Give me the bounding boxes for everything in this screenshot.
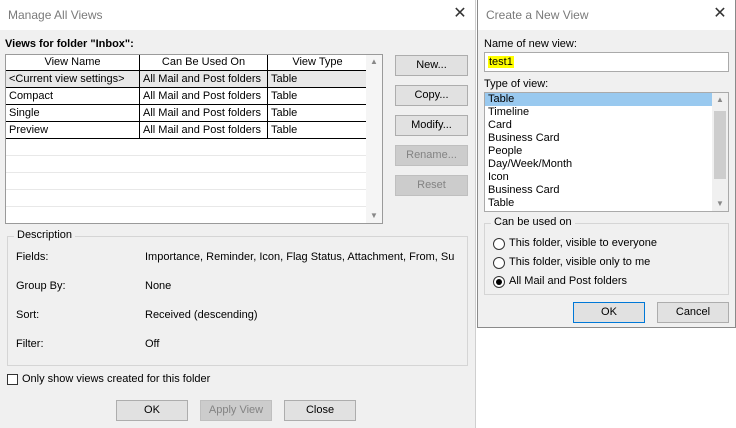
view-type-cell: Table (268, 88, 368, 105)
rename-button[interactable]: Rename... (395, 145, 468, 166)
scroll-up-icon[interactable]: ▲ (712, 93, 728, 107)
create-new-view-dialog: Create a New View ✕ Name of new view: te… (477, 0, 736, 328)
filter-value: Off (145, 338, 160, 350)
can-be-used-on-title: Can be used on (491, 216, 575, 228)
ok-button[interactable]: OK (116, 400, 188, 421)
fields-label: Fields: (16, 251, 49, 263)
view-type-listbox[interactable]: Table Timeline Card Business Card People… (484, 92, 729, 212)
description-title: Description (14, 229, 76, 241)
can-be-used-on-group: Can be used on This folder, visible to e… (484, 216, 729, 295)
option-label: All Mail and Post folders (509, 275, 627, 287)
list-item[interactable]: Business Card (485, 184, 728, 197)
table-row[interactable]: Compact All Mail and Post folders Table (6, 88, 368, 105)
group-by-value: None (145, 280, 172, 292)
modify-button[interactable]: Modify... (395, 115, 468, 136)
list-item[interactable]: Icon (485, 171, 728, 184)
column-header-view-name[interactable]: View Name (6, 55, 140, 71)
empty-row (6, 139, 368, 156)
manage-all-views-dialog: Manage All Views ✕ Views for folder "Inb… (0, 0, 476, 428)
scroll-up-icon[interactable]: ▲ (366, 55, 382, 69)
empty-row (6, 190, 368, 207)
name-of-new-view-label: Name of new view: (484, 38, 577, 50)
view-name-cell: Preview (6, 122, 140, 139)
table-row[interactable]: Single All Mail and Post folders Table (6, 105, 368, 122)
list-item[interactable]: Table (485, 197, 728, 210)
filter-label: Filter: (16, 338, 44, 350)
radio-this-folder-everyone[interactable] (493, 238, 505, 250)
option-label: This folder, visible to everyone (509, 237, 657, 249)
list-item[interactable]: Timeline (485, 106, 728, 119)
ok-button[interactable]: OK (573, 302, 645, 323)
cancel-button[interactable]: Cancel (657, 302, 729, 323)
view-name-value: test1 (488, 56, 514, 68)
list-item[interactable]: Card (485, 119, 728, 132)
views-for-folder-label: Views for folder "Inbox": (5, 38, 134, 50)
group-by-label: Group By: (16, 280, 66, 292)
view-type-cell: Table (268, 71, 368, 88)
view-name-cell: Compact (6, 88, 140, 105)
copy-button[interactable]: Copy... (395, 85, 468, 106)
create-title: Create a New View (486, 8, 589, 22)
close-icon[interactable]: ✕ (450, 4, 470, 24)
used-on-cell: All Mail and Post folders (140, 105, 268, 122)
reset-button[interactable]: Reset (395, 175, 468, 196)
column-header-view-type[interactable]: View Type (268, 55, 368, 71)
type-of-view-label: Type of view: (484, 78, 549, 90)
column-header-can-be-used-on[interactable]: Can Be Used On (140, 55, 268, 71)
create-titlebar: Create a New View ✕ (478, 0, 735, 30)
scroll-down-icon[interactable]: ▼ (366, 209, 382, 223)
list-item[interactable]: People (485, 145, 728, 158)
list-item[interactable]: Day/Week/Month (485, 158, 728, 171)
only-show-views-label: Only show views created for this folder (22, 373, 211, 385)
new-button[interactable]: New... (395, 55, 468, 76)
sort-value: Received (descending) (145, 309, 258, 321)
views-table[interactable]: View Name Can Be Used On View Type <Curr… (5, 54, 383, 224)
table-row[interactable]: <Current view settings> All Mail and Pos… (6, 71, 368, 88)
option-label: This folder, visible only to me (509, 256, 651, 268)
empty-row (6, 207, 368, 223)
table-header: View Name Can Be Used On View Type (6, 55, 368, 71)
radio-this-folder-only-me[interactable] (493, 257, 505, 269)
empty-row (6, 173, 368, 190)
listbox-scrollbar[interactable]: ▲ ▼ (712, 93, 728, 211)
scroll-down-icon[interactable]: ▼ (712, 197, 728, 211)
description-group: Description Fields: Importance, Reminder… (7, 229, 468, 366)
view-name-input[interactable]: test1 (484, 52, 729, 72)
scroll-thumb[interactable] (714, 111, 726, 179)
close-button[interactable]: Close (284, 400, 356, 421)
radio-all-mail-and-post[interactable] (493, 276, 505, 288)
close-icon[interactable]: ✕ (710, 4, 730, 24)
sort-label: Sort: (16, 309, 40, 321)
fields-value: Importance, Reminder, Icon, Flag Status,… (145, 251, 455, 263)
manage-titlebar: Manage All Views ✕ (0, 0, 475, 30)
view-type-cell: Table (268, 122, 368, 139)
only-show-views-checkbox[interactable] (7, 374, 18, 385)
view-name-cell: <Current view settings> (6, 71, 140, 88)
apply-view-button[interactable]: Apply View (200, 400, 272, 421)
table-row[interactable]: Preview All Mail and Post folders Table (6, 122, 368, 139)
list-item[interactable]: Table (485, 93, 712, 106)
view-name-cell: Single (6, 105, 140, 122)
list-item[interactable]: Business Card (485, 132, 728, 145)
table-scrollbar[interactable]: ▲ ▼ (366, 55, 382, 223)
empty-row (6, 156, 368, 173)
used-on-cell: All Mail and Post folders (140, 88, 268, 105)
used-on-cell: All Mail and Post folders (140, 71, 268, 88)
table-rows: <Current view settings> All Mail and Pos… (6, 71, 368, 223)
manage-title: Manage All Views (8, 8, 103, 22)
used-on-cell: All Mail and Post folders (140, 122, 268, 139)
view-type-cell: Table (268, 105, 368, 122)
